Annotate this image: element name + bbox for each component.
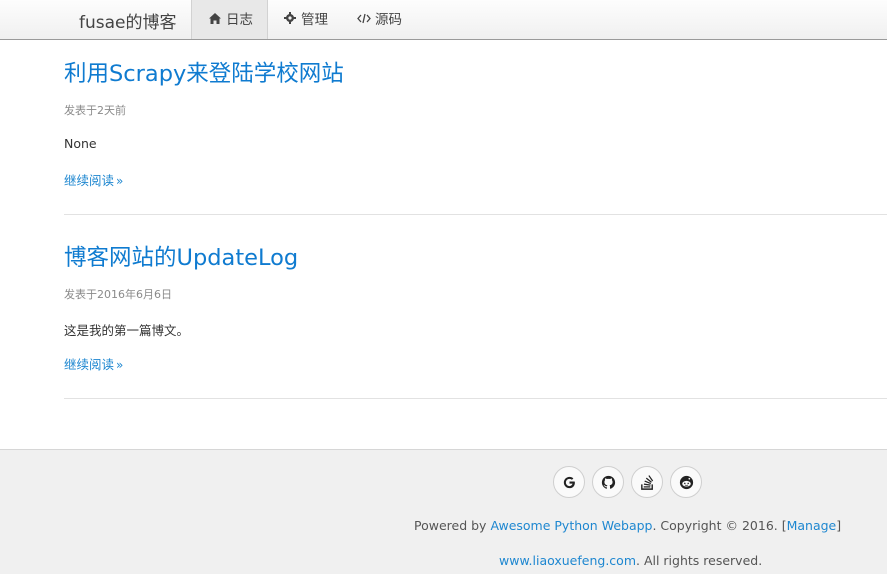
top-navbar: fusae的博客 日志 管理 源码 xyxy=(0,0,887,40)
rights-line: www.liaoxuefeng.com. All rights reserved… xyxy=(499,553,762,568)
reddit-icon xyxy=(679,475,693,489)
manage-link[interactable]: Manage xyxy=(787,518,837,533)
nav-item-manage[interactable]: 管理 xyxy=(283,0,328,39)
nav-item-source-label: 源码 xyxy=(375,12,402,28)
post-title[interactable]: 博客网站的UpdateLog xyxy=(64,240,887,272)
post-meta: 发表于2016年6月6日 xyxy=(64,288,172,301)
read-more-label: 继续阅读 xyxy=(64,173,115,188)
site-brand[interactable]: fusae的博客 xyxy=(79,8,177,33)
reddit-button[interactable] xyxy=(670,466,702,498)
stack-overflow-icon xyxy=(640,474,653,490)
copyright-text: . Copyright © 2016. [ xyxy=(652,518,787,533)
code-icon xyxy=(357,1,371,41)
double-chevron-right-icon: » xyxy=(116,174,124,188)
google-icon xyxy=(563,476,575,488)
read-more-row: 继续阅读» xyxy=(64,354,887,373)
github-button[interactable] xyxy=(592,466,624,498)
site-link[interactable]: www.liaoxuefeng.com xyxy=(499,553,636,568)
post-divider xyxy=(64,214,887,215)
post-summary: None xyxy=(64,136,97,151)
read-more-link[interactable]: 继续阅读» xyxy=(64,170,123,189)
awesome-python-webapp-link[interactable]: Awesome Python Webapp xyxy=(490,518,652,533)
home-icon xyxy=(208,1,222,41)
read-more-row: 继续阅读» xyxy=(64,170,887,189)
gear-icon xyxy=(283,1,297,41)
post-divider xyxy=(64,398,887,399)
page-footer: Powered by Awesome Python Webapp. Copyri… xyxy=(0,449,887,574)
blog-post: 博客网站的UpdateLog xyxy=(64,240,887,272)
powered-by-text: Powered by xyxy=(414,518,487,533)
powered-by-line: Powered by Awesome Python Webapp. Copyri… xyxy=(414,518,841,533)
nav-item-manage-label: 管理 xyxy=(301,12,328,28)
rights-text: . All rights reserved. xyxy=(636,553,763,568)
post-meta: 发表于2天前 xyxy=(64,104,126,117)
nav-item-blogs[interactable]: 日志 xyxy=(191,0,268,39)
nav-item-blogs-label: 日志 xyxy=(226,12,253,28)
post-title[interactable]: 利用Scrapy来登陆学校网站 xyxy=(64,56,887,88)
read-more-label: 继续阅读 xyxy=(64,357,115,372)
manage-bracket: ] xyxy=(836,518,842,533)
stack-overflow-button[interactable] xyxy=(631,466,663,498)
blog-post: 利用Scrapy来登陆学校网站 xyxy=(64,56,887,88)
double-chevron-right-icon: » xyxy=(116,358,124,372)
github-icon xyxy=(601,475,615,489)
post-summary: 这是我的第一篇博文。 xyxy=(64,323,190,338)
google-button[interactable] xyxy=(553,466,585,498)
read-more-link[interactable]: 继续阅读» xyxy=(64,354,123,373)
nav-item-source[interactable]: 源码 xyxy=(357,0,402,39)
